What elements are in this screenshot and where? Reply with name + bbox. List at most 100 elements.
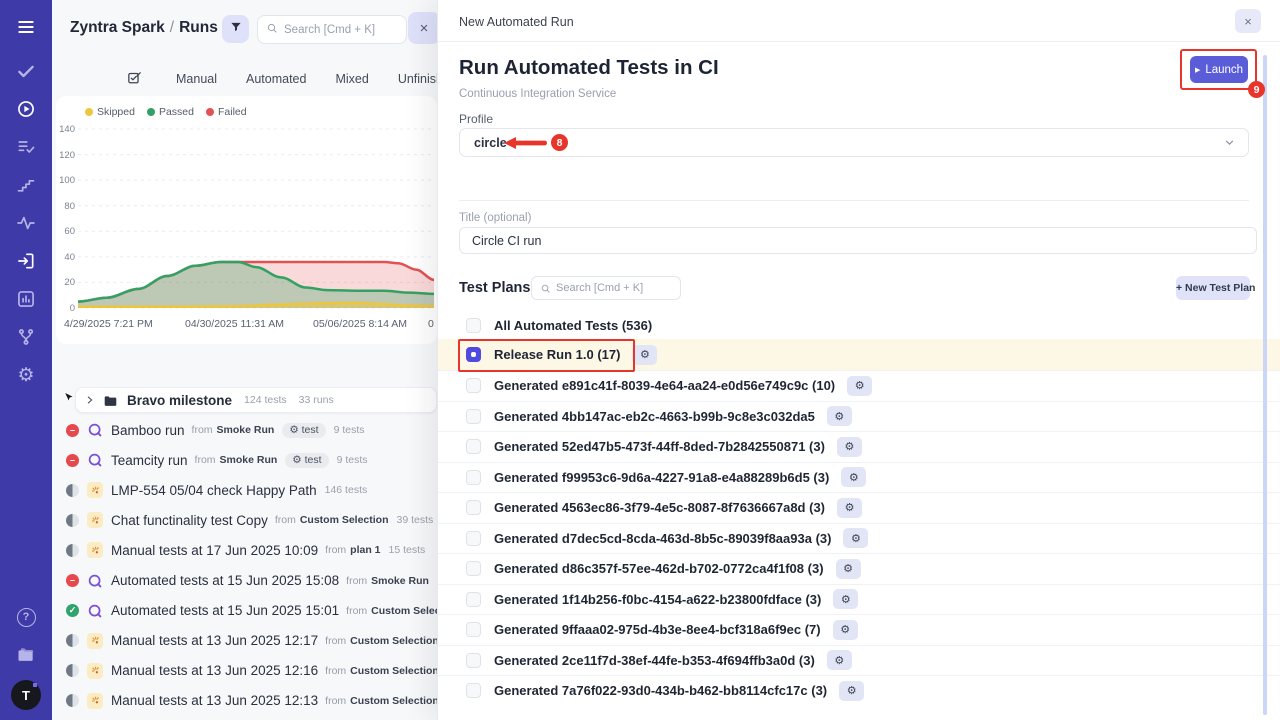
plan-settings-button[interactable]: ⚙ <box>833 620 858 640</box>
run-row[interactable]: –Teamcity runfromSmoke Run⚙ test9 tests <box>52 445 437 475</box>
test-plan-row[interactable]: Generated 4bb147ac-eb2c-4663-b99b-9c8e3c… <box>438 401 1280 432</box>
test-plan-row[interactable]: Generated 52ed47b5-473f-44ff-8ded-7b2842… <box>438 431 1280 462</box>
test-plan-row[interactable]: Generated f99953c6-9d6a-4227-91a8-e4a882… <box>438 462 1280 493</box>
test-plan-row[interactable]: All Automated Tests (536) <box>438 311 1280 339</box>
run-title[interactable]: LMP-554 05/04 check Happy Path <box>111 483 317 498</box>
panel-close-button[interactable]: × <box>408 12 437 44</box>
branch-icon[interactable] <box>0 318 52 356</box>
test-plan-row[interactable]: Generated 9ffaaa02-975d-4b3e-8ee4-bcf318… <box>438 614 1280 645</box>
run-title[interactable]: Manual tests at 13 Jun 2025 12:16 <box>111 663 318 678</box>
plan-settings-button[interactable]: ⚙ <box>836 559 861 579</box>
run-row[interactable]: –Automated tests at 15 Jun 2025 15:08fro… <box>52 565 437 595</box>
steps-icon[interactable] <box>0 166 52 204</box>
menu-icon[interactable] <box>0 8 52 46</box>
modal-scrollbar[interactable] <box>1263 55 1267 715</box>
plan-settings-button[interactable]: ⚙ <box>827 406 852 426</box>
play-circle-icon[interactable] <box>0 90 52 128</box>
checkbox-unchecked[interactable] <box>466 592 481 607</box>
legend-failed[interactable]: Failed <box>206 106 247 118</box>
run-row[interactable]: Manual tests at 17 Jun 2025 10:09frompla… <box>52 535 437 565</box>
title-field-input[interactable] <box>459 227 1257 254</box>
tab-manual[interactable]: Manual <box>176 72 217 86</box>
run-title[interactable]: Teamcity run <box>111 453 188 468</box>
chevron-right-icon[interactable] <box>85 395 95 405</box>
checkbox-unchecked[interactable] <box>466 531 481 546</box>
run-row[interactable]: Manual tests at 13 Jun 2025 12:17fromCus… <box>52 626 437 656</box>
launch-button[interactable]: ▶ Launch <box>1190 56 1248 83</box>
run-source[interactable]: Smoke Run <box>220 454 278 466</box>
breadcrumb-page[interactable]: Runs <box>179 19 218 36</box>
plan-settings-button[interactable]: ⚙ <box>847 376 872 396</box>
run-row[interactable]: –Bamboo runfromSmoke Run⚙ test9 tests <box>52 415 437 445</box>
checkbox-unchecked[interactable] <box>466 439 481 454</box>
run-row[interactable]: LMP-554 05/04 check Happy Path146 tests <box>52 475 437 505</box>
run-source[interactable]: Smoke Run <box>371 575 429 587</box>
run-source[interactable]: Custom Selection <box>371 605 437 617</box>
breadcrumb-project[interactable]: Zyntra Spark <box>70 19 165 36</box>
checkbox-unchecked[interactable] <box>466 683 481 698</box>
test-plans-search-input[interactable] <box>556 282 671 294</box>
test-plan-row[interactable]: Generated d7dec5cd-8cda-463d-8b5c-89039f… <box>438 523 1280 554</box>
run-title[interactable]: Manual tests at 17 Jun 2025 10:09 <box>111 543 318 558</box>
run-source[interactable]: Custom Selection <box>300 514 389 526</box>
folders-icon[interactable] <box>0 636 52 674</box>
checkbox-unchecked[interactable] <box>466 622 481 637</box>
profile-select[interactable]: circle <box>459 128 1249 157</box>
run-title[interactable]: Automated tests at 15 Jun 2025 15:01 <box>111 603 339 618</box>
plan-settings-button[interactable]: ⚙ <box>841 467 866 487</box>
select-runs-icon[interactable] <box>126 70 143 87</box>
plan-settings-button[interactable]: ⚙ <box>827 650 852 670</box>
activity-icon[interactable] <box>0 204 52 242</box>
checkbox-unchecked[interactable] <box>466 500 481 515</box>
test-plan-row[interactable]: Generated d86c357f-57ee-462d-b702-0772ca… <box>438 553 1280 584</box>
plan-settings-button[interactable]: ⚙ <box>839 681 864 701</box>
legend-skipped[interactable]: Skipped <box>85 106 135 118</box>
run-title[interactable]: Manual tests at 13 Jun 2025 12:13 <box>111 693 318 708</box>
plan-settings-button[interactable]: ⚙ <box>843 528 868 548</box>
milestone-title[interactable]: Bravo milestone <box>127 393 232 408</box>
bar-chart-icon[interactable] <box>0 280 52 318</box>
plan-settings-button[interactable]: ⚙ <box>837 498 862 518</box>
checkbox-unchecked[interactable] <box>466 653 481 668</box>
user-avatar[interactable]: T <box>11 680 41 710</box>
milestone-folder-row[interactable]: Bravo milestone 124 tests 33 runs <box>75 387 437 413</box>
run-source[interactable]: Custom Selection <box>350 695 437 707</box>
run-source[interactable]: plan 1 <box>350 544 380 556</box>
run-title[interactable]: Automated tests at 15 Jun 2025 15:08 <box>111 573 339 588</box>
login-icon[interactable] <box>0 242 52 280</box>
plan-settings-button[interactable]: ⚙ <box>837 437 862 457</box>
checkbox-unchecked[interactable] <box>466 561 481 576</box>
run-row[interactable]: Manual tests at 13 Jun 2025 12:16fromCus… <box>52 656 437 686</box>
checkbox-unchecked[interactable] <box>466 378 481 393</box>
run-title[interactable]: Manual tests at 13 Jun 2025 12:17 <box>111 633 318 648</box>
checkbox-unchecked[interactable] <box>466 318 481 333</box>
modal-close-button[interactable]: × <box>1235 9 1261 33</box>
new-test-plan-button[interactable]: + New Test Plan <box>1176 276 1250 300</box>
checkbox-unchecked[interactable] <box>466 470 481 485</box>
tab-unfinished[interactable]: Unfinished <box>398 72 437 86</box>
plan-settings-button[interactable]: ⚙ <box>632 345 657 365</box>
test-plan-row[interactable]: Generated 2ce11f7d-38ef-44fe-b353-4f694f… <box>438 645 1280 676</box>
list-check-icon[interactable] <box>0 128 52 166</box>
run-row[interactable]: ✓Automated tests at 15 Jun 2025 15:01fro… <box>52 596 437 626</box>
checkbox-checked[interactable] <box>466 347 481 362</box>
run-source[interactable]: Smoke Run <box>217 424 275 436</box>
run-source[interactable]: Custom Selection <box>350 665 437 677</box>
run-source[interactable]: Custom Selection <box>350 635 437 647</box>
help-icon[interactable]: ? <box>0 598 52 636</box>
plan-settings-button[interactable]: ⚙ <box>833 589 858 609</box>
tab-automated[interactable]: Automated <box>246 72 306 86</box>
run-row[interactable]: Manual tests at 13 Jun 2025 12:13fromCus… <box>52 686 437 716</box>
gear-icon[interactable]: ⚙ <box>0 356 52 394</box>
test-plan-row[interactable]: Generated e891c41f-8039-4e64-aa24-e0d56e… <box>438 370 1280 401</box>
test-plan-row[interactable]: Generated 1f14b256-f0bc-4154-a622-b23800… <box>438 584 1280 615</box>
test-plan-row[interactable]: Generated 7a76f022-93d0-434b-b462-bb8114… <box>438 675 1280 706</box>
run-row[interactable]: Chat functinality test CopyfromCustom Se… <box>52 505 437 535</box>
test-plan-row[interactable]: Generated 4563ec86-3f79-4e5c-8087-8f7636… <box>438 492 1280 523</box>
run-title[interactable]: Bamboo run <box>111 423 185 438</box>
run-title[interactable]: Chat functinality test Copy <box>111 513 268 528</box>
legend-passed[interactable]: Passed <box>147 106 194 118</box>
check-icon[interactable] <box>0 52 52 90</box>
checkbox-unchecked[interactable] <box>466 409 481 424</box>
runs-search-input[interactable] <box>284 24 394 36</box>
